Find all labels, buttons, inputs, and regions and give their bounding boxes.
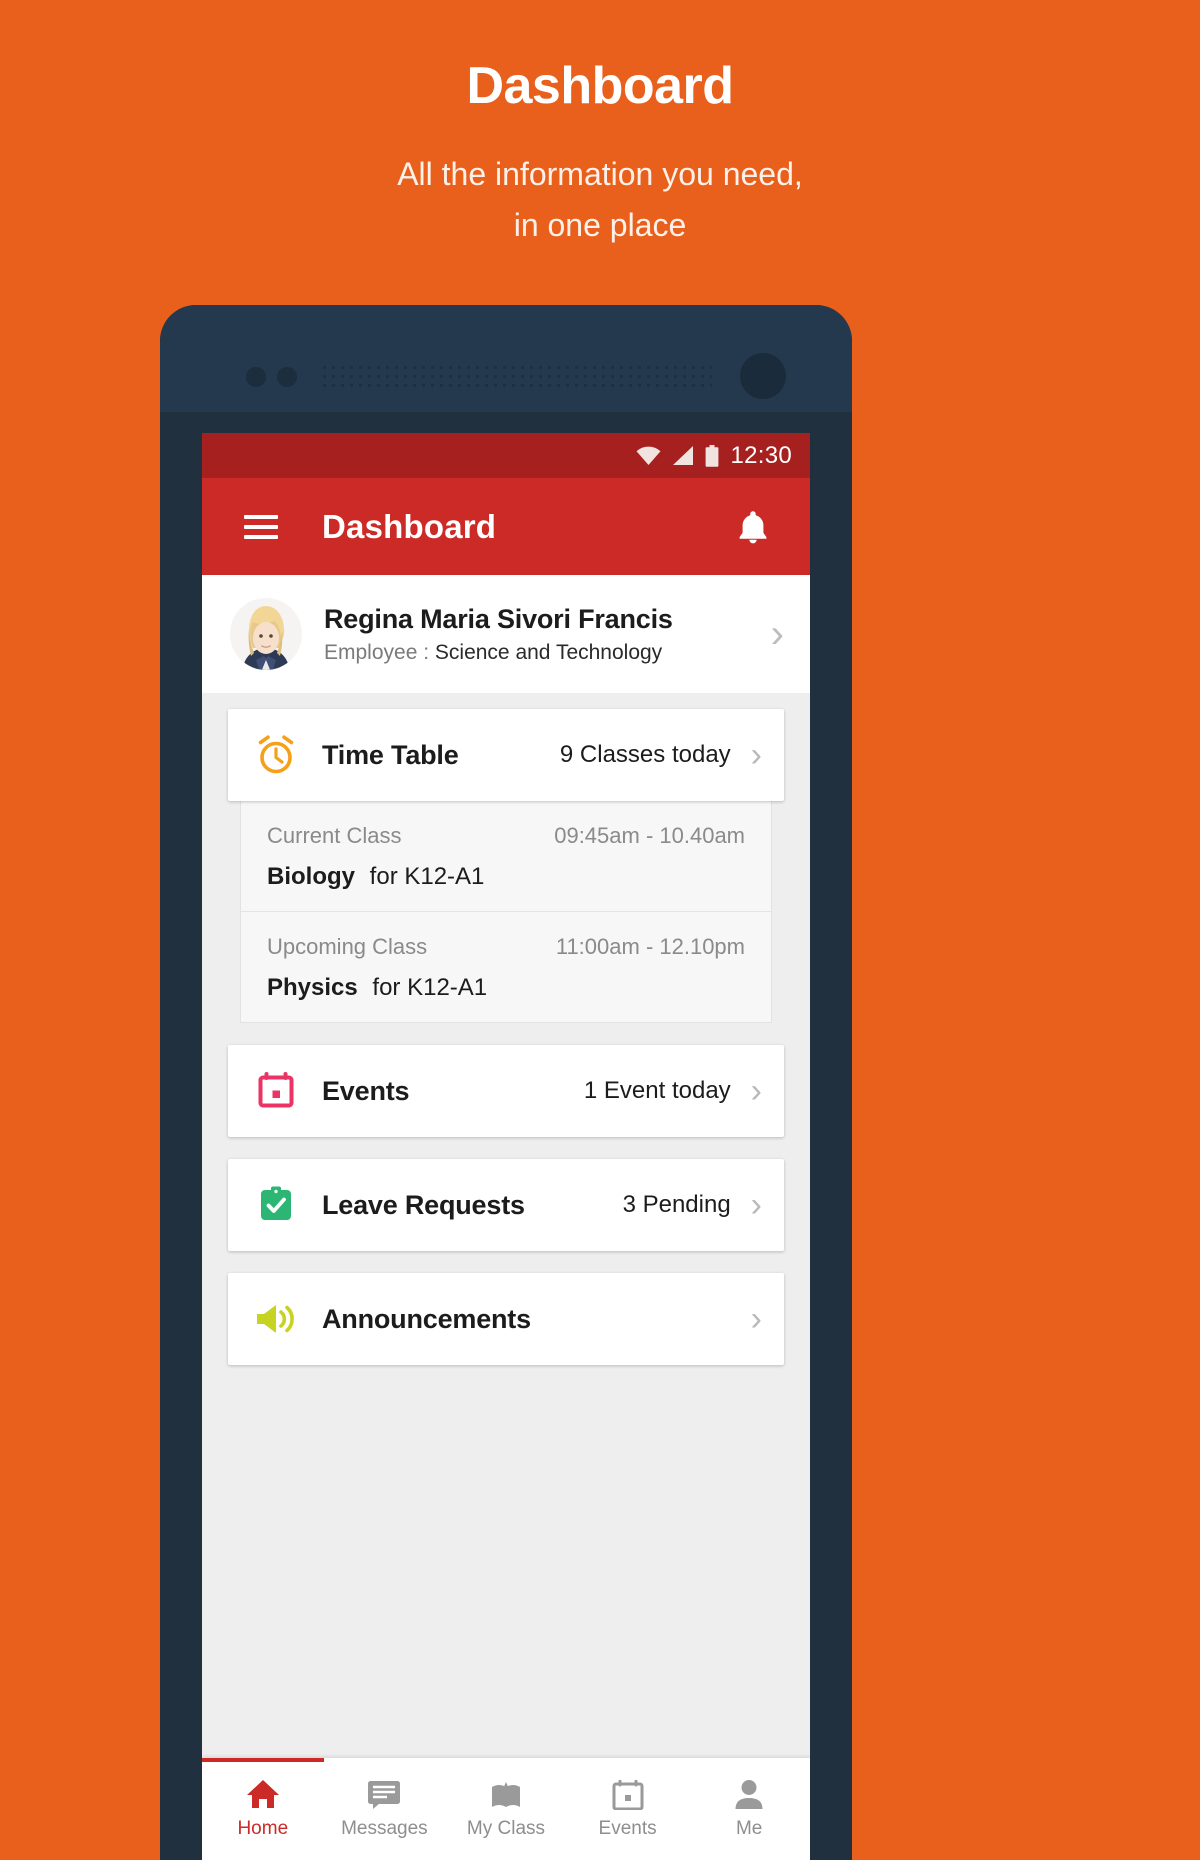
card-timetable[interactable]: Time Table 9 Classes today › (228, 709, 784, 801)
nav-item-my-class[interactable]: My Class (445, 1758, 567, 1860)
phone-screen: 12:30 Dashboard Regina Maria Sivori Fran… (202, 433, 810, 1860)
profile-row[interactable]: Regina Maria Sivori Francis Employee : S… (202, 575, 810, 693)
timetable-row[interactable]: Current Class 09:45am - 10.40am Biology … (241, 801, 771, 911)
promo-header: Dashboard All the information you need, … (0, 0, 1200, 300)
phone-top-bezel (160, 305, 852, 412)
timetable-class: for K12-A1 (369, 863, 485, 890)
timetable-time: 11:00am - 12.10pm (555, 934, 745, 959)
card-timetable-label: Time Table (322, 739, 459, 770)
nav-item-home-label: Home (237, 1818, 289, 1839)
promo-subtitle-line2: in one place (513, 206, 687, 243)
nav-item-messages-label: Messages (341, 1818, 428, 1839)
promo-subtitle: All the information you need, in one pla… (0, 115, 1200, 250)
nav-item-events-label: Events (598, 1818, 657, 1839)
card-timetable-value: 9 Classes today (559, 741, 731, 768)
card-events-label: Events (322, 1075, 410, 1106)
avatar (230, 598, 302, 670)
timetable-detail: Current Class 09:45am - 10.40am Biology … (240, 801, 772, 1023)
earpiece-speaker-grille (320, 363, 712, 391)
message-icon (367, 1778, 401, 1810)
timetable-kind: Current Class (267, 823, 402, 848)
nav-item-me[interactable]: Me (688, 1758, 810, 1860)
app-bar: Dashboard (202, 478, 810, 575)
megaphone-icon (254, 1301, 298, 1337)
status-bar-time: 12:30 (730, 441, 792, 469)
chevron-right-icon: › (750, 1072, 762, 1110)
timetable-time: 09:45am - 10.40am (554, 823, 745, 848)
profile-role-label: Employee : (324, 640, 430, 664)
wifi-icon (636, 446, 661, 465)
card-leave-requests[interactable]: Leave Requests 3 Pending › (228, 1159, 784, 1251)
timetable-kind: Upcoming Class (267, 934, 428, 959)
page-title: Dashboard (322, 507, 497, 545)
card-leave-requests-label: Leave Requests (322, 1189, 525, 1220)
battery-icon (705, 444, 719, 467)
dashboard-body: Time Table 9 Classes today › Current Cla… (202, 693, 810, 1803)
nav-item-me-label: Me (735, 1818, 763, 1839)
person-icon (734, 1778, 764, 1810)
home-icon (246, 1778, 280, 1810)
timetable-subject: Biology (267, 863, 355, 890)
bottom-navigation: Home Messages My Class Events Me (202, 1758, 810, 1860)
timetable-row[interactable]: Upcoming Class 11:00am - 12.10pm Physics… (241, 911, 771, 1022)
card-leave-requests-value: 3 Pending (622, 1191, 731, 1218)
chevron-right-icon: › (770, 612, 784, 656)
card-events-value: 1 Event today (583, 1077, 731, 1104)
card-events[interactable]: Events 1 Event today › (228, 1045, 784, 1137)
bell-icon[interactable] (736, 508, 770, 546)
status-bar: 12:30 (202, 433, 810, 478)
chevron-right-icon: › (750, 736, 762, 774)
signal-icon (672, 446, 694, 465)
hamburger-menu-icon[interactable] (244, 514, 278, 539)
chevron-right-icon: › (750, 1300, 762, 1338)
nav-item-messages[interactable]: Messages (324, 1758, 446, 1860)
sensor-dot-icon (246, 367, 266, 387)
nav-item-events[interactable]: Events (567, 1758, 689, 1860)
calendar-icon (612, 1778, 644, 1810)
profile-name: Regina Maria Sivori Francis (324, 603, 673, 634)
class-icon (489, 1778, 523, 1810)
sensor-dot-icon (277, 367, 297, 387)
timetable-class: for K12-A1 (372, 974, 488, 1001)
card-announcements-label: Announcements (322, 1303, 531, 1334)
promo-title: Dashboard (466, 57, 734, 115)
card-announcements[interactable]: Announcements › (228, 1273, 784, 1365)
timetable-subject: Physics (267, 974, 358, 1001)
profile-department: Science and Technology (434, 640, 663, 664)
profile-role: Employee : Science and Technology (324, 641, 771, 665)
chevron-right-icon: › (750, 1186, 762, 1224)
alarm-clock-icon (254, 734, 298, 776)
clipboard-check-icon (254, 1185, 298, 1225)
calendar-icon (254, 1071, 298, 1111)
nav-item-my-class-label: My Class (466, 1818, 546, 1839)
front-camera-icon (740, 353, 786, 399)
profile-text: Regina Maria Sivori Francis Employee : S… (324, 604, 771, 665)
phone-mockup: 12:30 Dashboard Regina Maria Sivori Fran… (160, 305, 852, 1860)
promo-subtitle-line1: All the information you need, (397, 156, 803, 193)
nav-item-home[interactable]: Home (202, 1758, 324, 1860)
